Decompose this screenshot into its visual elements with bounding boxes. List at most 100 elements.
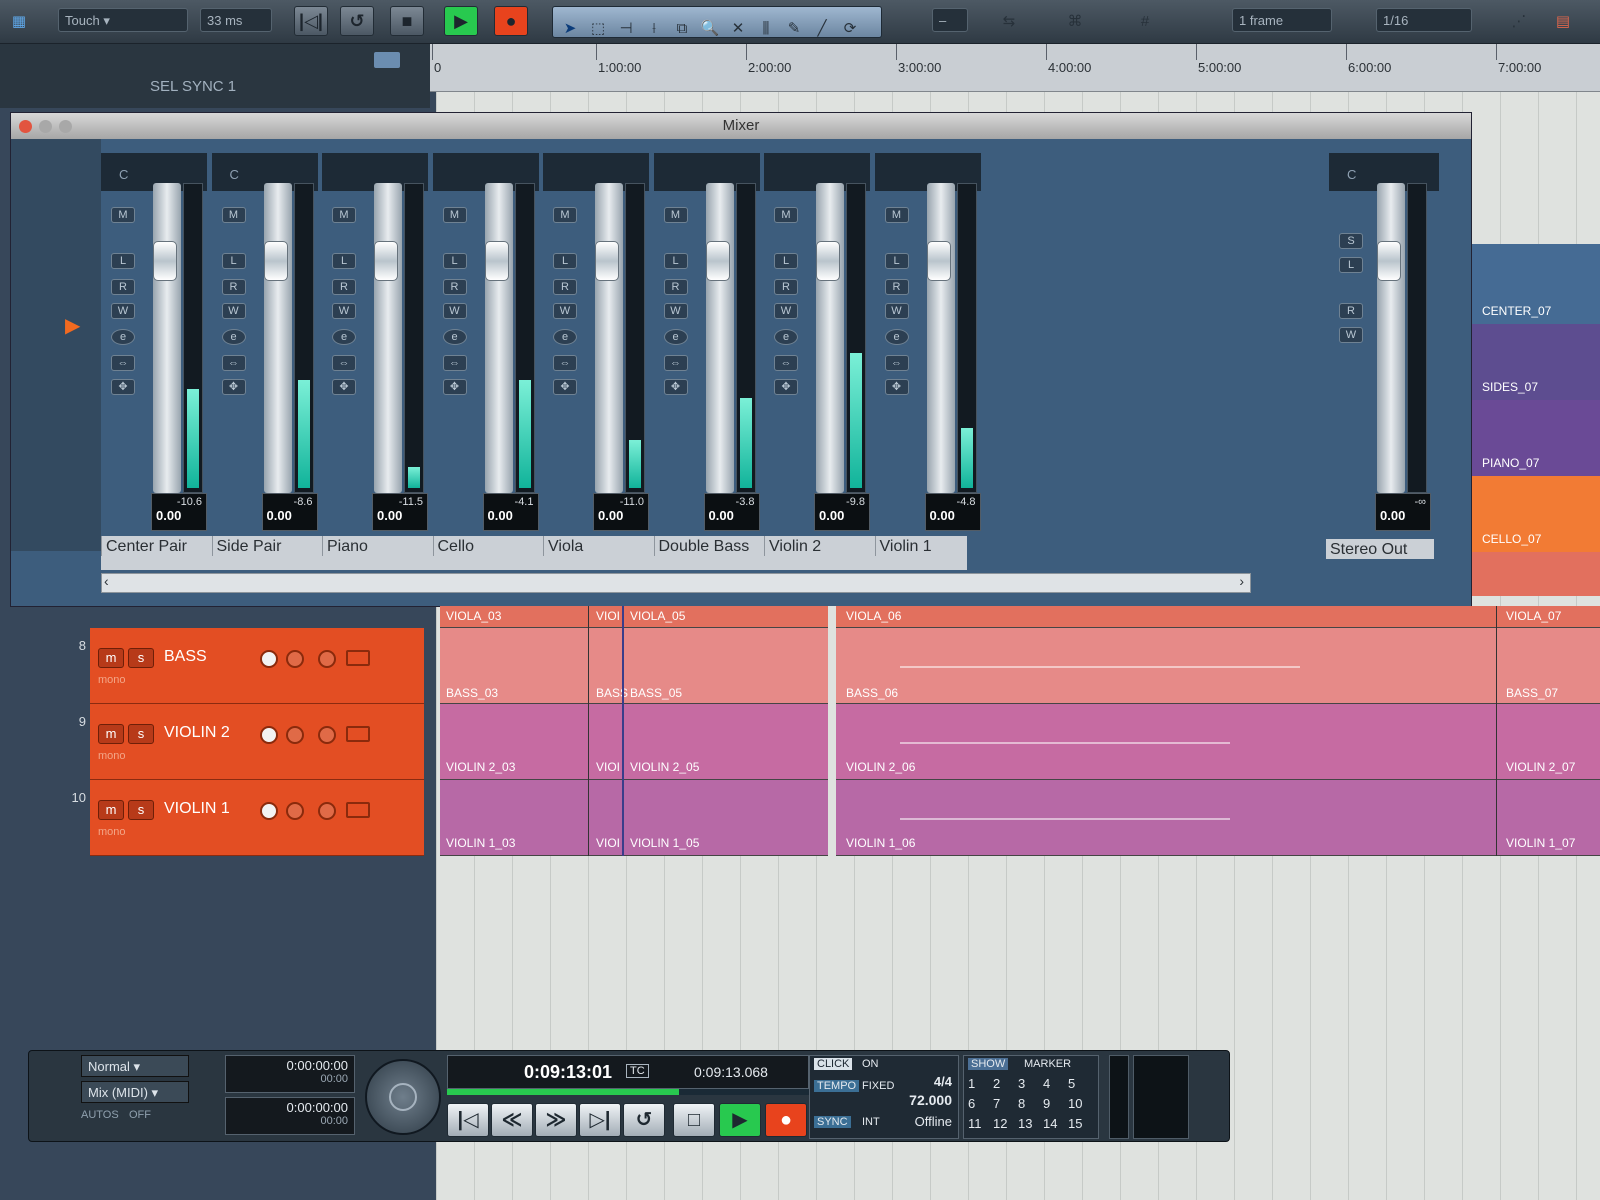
mute-button[interactable]: m (98, 648, 124, 668)
record-mode-select[interactable]: Mix (MIDI) ▾ (81, 1081, 189, 1103)
track-header[interactable]: 9 m s VIOLIN 2 mono (79, 704, 424, 780)
volume-fader[interactable] (263, 183, 292, 493)
mute-button[interactable]: M (553, 207, 577, 223)
pan-icon[interactable]: ✥ (553, 379, 577, 395)
read-button[interactable]: R (111, 279, 135, 295)
channel-name[interactable]: Center Pair (101, 536, 211, 556)
fader-knob[interactable] (816, 241, 840, 281)
volume-fader[interactable] (595, 183, 623, 493)
folder-icon[interactable] (346, 726, 370, 742)
link-icon[interactable]: ⇔ (221, 355, 246, 371)
fader-knob[interactable] (263, 241, 288, 281)
stop-button[interactable]: ■ (390, 6, 424, 36)
volume-fader[interactable] (484, 183, 513, 493)
jog-wheel[interactable] (365, 1059, 441, 1135)
pan-icon[interactable]: ✥ (442, 379, 467, 395)
listen-button[interactable]: L (221, 253, 246, 269)
sync-label[interactable]: SYNC (814, 1116, 851, 1128)
read-button[interactable]: R (332, 279, 356, 295)
mute-button[interactable]: M (442, 207, 467, 223)
volume-fader[interactable] (705, 183, 734, 493)
marker-button[interactable]: 5 (1068, 1076, 1075, 1091)
link-icon[interactable]: ⇔ (332, 355, 356, 371)
write-button[interactable]: W (111, 303, 135, 319)
listen-button[interactable]: L (553, 253, 577, 269)
write-button[interactable]: W (332, 303, 356, 319)
punch-in-display[interactable]: 0:00:00:00 00:00 (225, 1055, 355, 1093)
fader-knob[interactable] (484, 241, 509, 281)
color-swatch-icon[interactable] (374, 52, 400, 68)
read-button[interactable]: R (1339, 303, 1363, 319)
show-label[interactable]: SHOW (968, 1058, 1009, 1070)
loop-tool-icon[interactable]: ⟳ (837, 15, 863, 43)
channel-name[interactable]: Violin 1 (874, 536, 985, 556)
scroll-left-icon[interactable]: ‹ (104, 573, 109, 589)
solo-button[interactable]: s (128, 800, 154, 820)
dash-field[interactable]: – (932, 8, 968, 32)
channel-name[interactable]: Double Bass (653, 536, 764, 556)
marker-button[interactable]: 11 (968, 1116, 982, 1131)
viola-lane[interactable]: VIOLA_03 VIOI VIOLA_05 VIOLA_06 VIOLA_07 (440, 606, 1600, 628)
edit-icon[interactable]: e (663, 329, 688, 345)
marker-button[interactable]: 12 (993, 1116, 1007, 1131)
record-arm-icon[interactable] (260, 650, 278, 668)
time-format-badge[interactable]: TC (626, 1064, 649, 1078)
read-button[interactable]: R (884, 279, 909, 295)
pan-icon[interactable]: ✥ (221, 379, 246, 395)
solo-button[interactable]: s (128, 648, 154, 668)
mute-button[interactable]: M (663, 207, 688, 223)
read-button[interactable]: R (553, 279, 577, 295)
edit-icon[interactable] (318, 650, 336, 668)
minimize-icon[interactable] (39, 120, 52, 133)
gain-readout[interactable]: -3.8 0.00 (703, 493, 760, 531)
marker-button[interactable]: 13 (1018, 1116, 1032, 1131)
marker-button[interactable]: 1 (968, 1076, 975, 1091)
stereo-out-name[interactable]: Stereo Out (1326, 539, 1434, 559)
mixer-titlebar[interactable]: Mixer (11, 113, 1471, 139)
color-palette-icon[interactable]: ▤ (1550, 8, 1576, 36)
listen-button[interactable]: L (442, 253, 467, 269)
read-button[interactable]: R (442, 279, 467, 295)
pan-icon[interactable]: ✥ (663, 379, 688, 395)
main-time-display[interactable]: 0:09:13:01 TC 0:09:13.068 (447, 1055, 809, 1089)
edit-icon[interactable]: e (884, 329, 909, 345)
mute-button[interactable]: m (98, 724, 124, 744)
piano-clip[interactable]: PIANO_07 (1472, 400, 1600, 476)
link-icon[interactable]: ⇔ (111, 355, 135, 371)
glue-tool-icon[interactable]: ⧉ (669, 15, 695, 43)
bass-lane[interactable]: BASS_03 BASS BASS_05 BASS_06 BASS_07 (440, 628, 1600, 704)
rewind-button[interactable]: ≪ (491, 1103, 533, 1137)
pan-icon[interactable]: ✥ (774, 379, 798, 395)
latency-field[interactable]: 33 ms (200, 8, 272, 32)
edit-icon[interactable]: e (774, 329, 798, 345)
write-button[interactable]: W (884, 303, 909, 319)
edit-icon[interactable]: e (332, 329, 356, 345)
listen-button[interactable]: L (332, 253, 356, 269)
listen-button[interactable]: L (1339, 257, 1363, 273)
select-tool-icon[interactable]: ⬚ (585, 15, 611, 43)
erase-tool-icon[interactable]: ✕ (725, 15, 751, 43)
trim-tool-icon[interactable]: ⊣ (613, 15, 639, 43)
edit-icon[interactable]: e (221, 329, 246, 345)
marker-button[interactable]: 10 (1068, 1096, 1082, 1111)
zoom-tool-icon[interactable]: 🔍 (697, 15, 723, 43)
folder-icon[interactable] (346, 802, 370, 818)
link-icon[interactable]: ⇔ (553, 355, 577, 371)
tempo-label[interactable]: TEMPO (814, 1080, 860, 1092)
timeline-ruler[interactable]: 0 1:00:00 2:00:00 3:00:00 4:00:00 5:00:00 6:00… (430, 44, 1600, 92)
mute-button[interactable]: M (884, 207, 909, 223)
scroll-right-icon[interactable]: › (1239, 573, 1244, 589)
meter-value[interactable]: 4/4 (934, 1074, 952, 1089)
rtz-button[interactable]: |◁ (447, 1103, 489, 1137)
mute-button[interactable]: M (111, 207, 135, 223)
marker-button[interactable]: 9 (1043, 1096, 1050, 1111)
grid-view-icon[interactable]: ▦ (6, 8, 32, 36)
record-arm-icon[interactable] (260, 802, 278, 820)
click-label[interactable]: CLICK (814, 1058, 853, 1070)
play-button[interactable]: ▶ (444, 6, 478, 36)
marker-button[interactable]: 7 (993, 1096, 1000, 1111)
channel-name[interactable]: Viola (543, 536, 653, 556)
grid-icon[interactable]: # (1132, 8, 1158, 36)
pan-value[interactable]: C (1347, 167, 1356, 182)
marker-button[interactable]: 15 (1068, 1116, 1082, 1131)
